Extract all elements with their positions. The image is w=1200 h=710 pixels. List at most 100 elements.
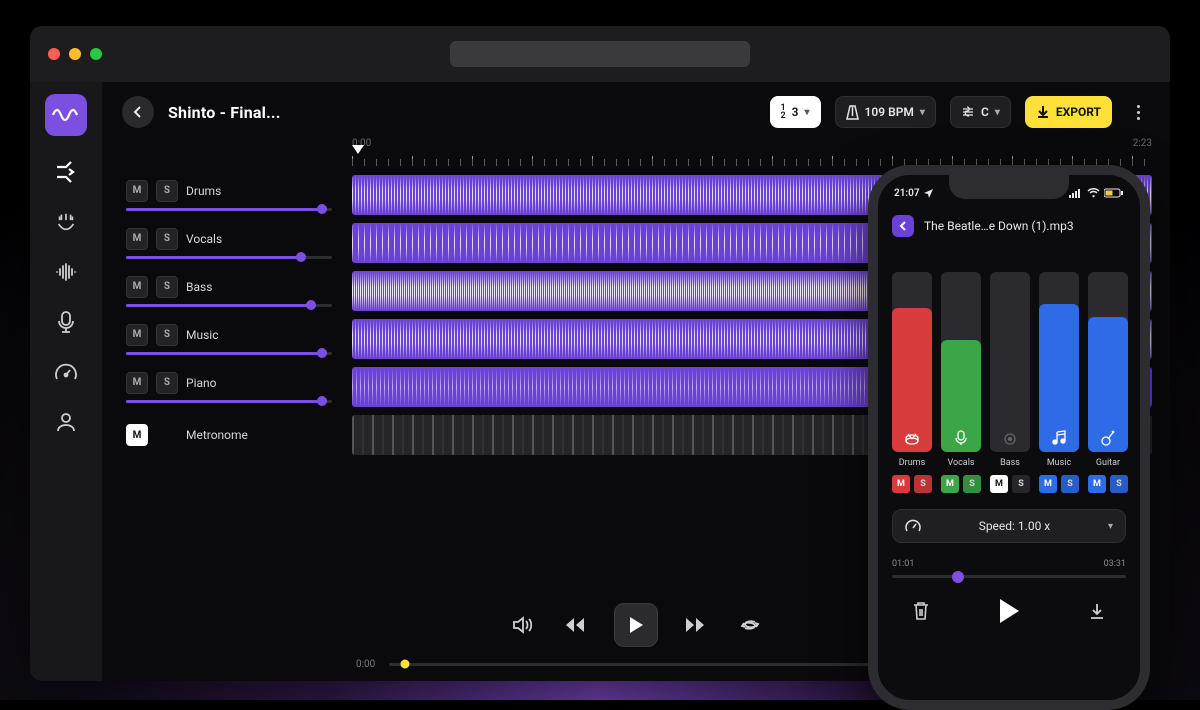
user-icon[interactable] — [52, 408, 80, 436]
vocals-icon — [941, 430, 981, 446]
phone-stems: Drums M S Vocals M S Bass M S Music M — [878, 245, 1140, 497]
phone-notch — [949, 175, 1069, 199]
seek-handle[interactable] — [401, 660, 410, 669]
phone-play-button[interactable] — [998, 598, 1020, 624]
equalizer-icon[interactable] — [52, 258, 80, 286]
phone-seek-handle[interactable] — [952, 571, 964, 583]
solo-button[interactable]: S — [963, 475, 981, 493]
phone-header: The Beatle…e Down (1).mp3 — [878, 207, 1140, 245]
volume-button[interactable] — [506, 609, 538, 641]
stem-level-bar[interactable] — [1088, 272, 1128, 452]
stem-level-bar[interactable] — [1039, 272, 1079, 452]
phone-transport — [878, 598, 1140, 624]
stem-level-bar[interactable] — [941, 272, 981, 452]
seek-bar[interactable]: 0:00 — [356, 659, 916, 670]
mute-button[interactable]: M — [126, 372, 148, 394]
stem-column: Guitar M S — [1088, 272, 1128, 493]
gauge-icon[interactable] — [52, 358, 80, 386]
solo-button[interactable]: S — [1012, 475, 1030, 493]
stem-level-bar[interactable] — [990, 272, 1030, 452]
solo-button[interactable]: S — [156, 180, 178, 202]
mute-button[interactable]: M — [1088, 475, 1106, 493]
export-button[interactable]: EXPORT — [1025, 96, 1112, 128]
phone-time-start: 01:01 — [892, 559, 914, 569]
volume-slider[interactable] — [126, 208, 332, 211]
project-title: Shinto - Final... — [168, 103, 281, 122]
solo-button[interactable]: S — [914, 475, 932, 493]
play-button[interactable] — [614, 603, 658, 647]
chevron-down-icon: ▾ — [995, 107, 1000, 118]
mute-button[interactable]: M — [126, 276, 148, 298]
stem-label: Bass — [1000, 458, 1020, 468]
maximize-icon[interactable] — [90, 48, 102, 60]
mute-button[interactable]: M — [126, 180, 148, 202]
track-name: Drums — [186, 184, 221, 198]
phone-time-end: 03:31 — [1104, 559, 1126, 569]
location-icon — [924, 189, 933, 198]
timesig-dropdown[interactable]: 123 ▾ — [770, 96, 821, 128]
brush-icon[interactable] — [52, 208, 80, 236]
solo-button[interactable]: S — [1061, 475, 1079, 493]
track-name: Vocals — [186, 232, 222, 246]
volume-slider[interactable] — [126, 400, 332, 403]
drums-icon — [892, 432, 932, 446]
mute-button[interactable]: M — [941, 475, 959, 493]
rewind-button[interactable] — [560, 609, 592, 641]
track-name: Bass — [186, 280, 212, 294]
solo-button[interactable]: S — [156, 276, 178, 298]
phone-back-button[interactable] — [892, 215, 914, 237]
volume-slider[interactable] — [126, 304, 332, 307]
bpm-dropdown[interactable]: 109 BPM ▾ — [835, 96, 936, 128]
app-logo[interactable] — [45, 94, 87, 136]
volume-slider[interactable] — [126, 256, 332, 259]
speed-label: Speed: 1.00 x — [979, 519, 1051, 533]
chevron-down-icon: ▾ — [1108, 521, 1113, 532]
playhead-icon[interactable] — [352, 145, 364, 154]
mic-icon[interactable] — [52, 308, 80, 336]
stem-column: Drums M S — [892, 272, 932, 493]
stem-level-bar[interactable] — [892, 272, 932, 452]
back-button[interactable] — [122, 96, 154, 128]
minimize-icon[interactable] — [69, 48, 81, 60]
solo-button[interactable]: S — [156, 324, 178, 346]
split-icon[interactable] — [52, 158, 80, 186]
header: Shinto - Final... 123 ▾ 109 BPM ▾ C ▾ — [102, 82, 1170, 142]
solo-button[interactable]: S — [156, 372, 178, 394]
music-icon — [1039, 430, 1079, 446]
mute-button[interactable]: M — [1039, 475, 1057, 493]
waveform-icon — [52, 105, 80, 125]
bpm-label: 109 BPM — [865, 105, 914, 119]
stem-column: Music M S — [1039, 272, 1079, 493]
seek-current-label: 0:00 — [356, 659, 375, 670]
more-menu[interactable] — [1126, 105, 1150, 120]
key-dropdown[interactable]: C ▾ — [950, 96, 1011, 128]
trash-button[interactable] — [912, 601, 930, 621]
track-name: Metronome — [186, 428, 248, 442]
mute-button[interactable]: M — [126, 324, 148, 346]
solo-button[interactable]: S — [1110, 475, 1128, 493]
address-bar[interactable] — [450, 41, 750, 67]
speed-dropdown[interactable]: Speed: 1.00 x ▾ — [892, 509, 1126, 543]
phone-seek[interactable]: 01:01 03:31 — [892, 559, 1126, 578]
forward-button[interactable] — [680, 609, 712, 641]
mute-button[interactable]: M — [126, 228, 148, 250]
track-name: Piano — [186, 376, 217, 390]
phone-clock: 21:07 — [894, 188, 920, 199]
mute-button[interactable]: M — [126, 424, 148, 446]
download-icon — [1036, 105, 1050, 119]
time-end: 2:23 — [1133, 138, 1152, 149]
volume-slider[interactable] — [126, 352, 332, 355]
stem-column: Bass M S — [990, 272, 1030, 493]
battery-icon — [1104, 188, 1124, 198]
loop-button[interactable] — [734, 609, 766, 641]
phone-title: The Beatle…e Down (1).mp3 — [924, 219, 1074, 233]
phone-download-button[interactable] — [1088, 602, 1106, 620]
stem-label: Vocals — [947, 458, 974, 468]
track-name: Music — [186, 328, 218, 342]
close-icon[interactable] — [48, 48, 60, 60]
chevron-down-icon: ▾ — [805, 107, 810, 118]
gauge-icon — [905, 519, 921, 533]
solo-button[interactable]: S — [156, 228, 178, 250]
mute-button[interactable]: M — [892, 475, 910, 493]
mute-button[interactable]: M — [990, 475, 1008, 493]
